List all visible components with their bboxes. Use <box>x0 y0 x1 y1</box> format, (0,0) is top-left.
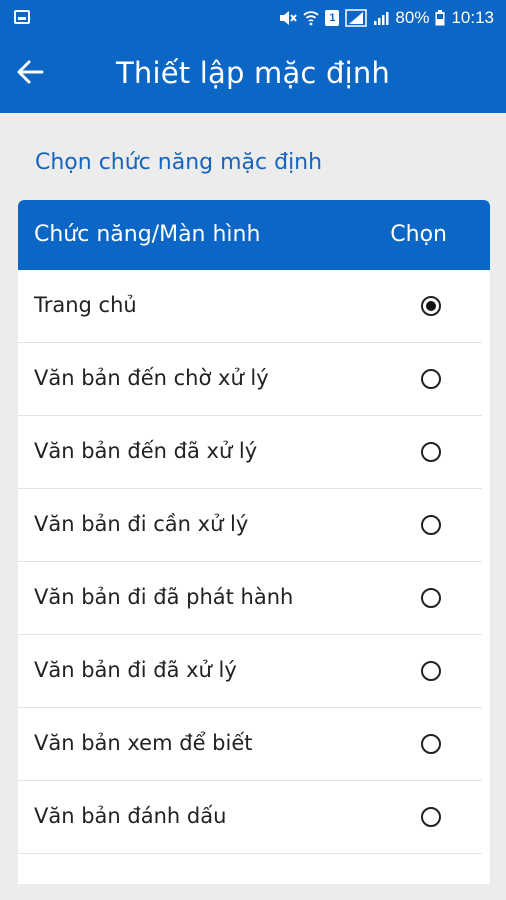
function-table: Chức năng/Màn hình Chọn Trang chủ Văn bản… <box>18 200 490 884</box>
row-label: Trang chủ <box>34 293 137 317</box>
table-row[interactable]: Trang chủ <box>18 270 482 343</box>
radio-button[interactable] <box>421 296 441 316</box>
row-label: Văn bản đi đã xử lý <box>34 658 237 682</box>
battery-percent: 80% <box>395 8 430 27</box>
column-header-choose: Chọn <box>390 222 447 247</box>
row-label: Văn bản đánh dấu <box>34 804 227 828</box>
table-row[interactable]: Văn bản đánh dấu <box>18 781 482 854</box>
row-label: Văn bản đến đã xử lý <box>34 439 258 463</box>
section-title: Chọn chức năng mặc định <box>35 150 323 175</box>
app-bar: Thiết lập mặc định <box>0 36 506 113</box>
radio-button[interactable] <box>421 588 441 608</box>
radio-button[interactable] <box>421 515 441 535</box>
clock: 10:13 <box>451 8 494 27</box>
status-icons: 1 80% 10:13 <box>279 7 494 29</box>
signal-icon <box>345 9 368 27</box>
signal-bars-icon <box>374 12 389 25</box>
row-label: Văn bản đi đã phát hành <box>34 585 294 609</box>
status-bar: 1 80% 10:13 <box>0 0 506 36</box>
radio-button[interactable] <box>421 442 441 462</box>
table-row[interactable]: Văn bản đến chờ xử lý <box>18 343 482 416</box>
sim-badge: 1 <box>325 10 340 26</box>
table-row[interactable]: Văn bản đi đã phát hành <box>18 562 482 635</box>
table-row[interactable]: Văn bản xem để biết <box>18 708 482 781</box>
table-row[interactable]: Văn bản đi cần xử lý <box>18 489 482 562</box>
radio-button[interactable] <box>421 807 441 827</box>
row-label: Văn bản đi cần xử lý <box>34 512 249 536</box>
mute-icon <box>280 11 298 25</box>
wifi-icon <box>303 11 320 26</box>
gallery-notification-icon <box>14 10 30 24</box>
radio-button[interactable] <box>421 734 441 754</box>
radio-button[interactable] <box>421 661 441 681</box>
battery-icon <box>435 10 445 26</box>
table-row[interactable]: Văn bản đến đã xử lý <box>18 416 482 489</box>
table-header: Chức năng/Màn hình Chọn <box>18 200 490 270</box>
table-body: Trang chủ Văn bản đến chờ xử lý Văn bản đế… <box>18 270 490 854</box>
page-title: Thiết lập mặc định <box>115 56 391 90</box>
radio-button[interactable] <box>421 369 441 389</box>
row-label: Văn bản xem để biết <box>34 731 253 755</box>
table-row[interactable]: Văn bản đi đã xử lý <box>18 635 482 708</box>
column-header-function: Chức năng/Màn hình <box>34 222 261 247</box>
row-label: Văn bản đến chờ xử lý <box>34 366 269 390</box>
